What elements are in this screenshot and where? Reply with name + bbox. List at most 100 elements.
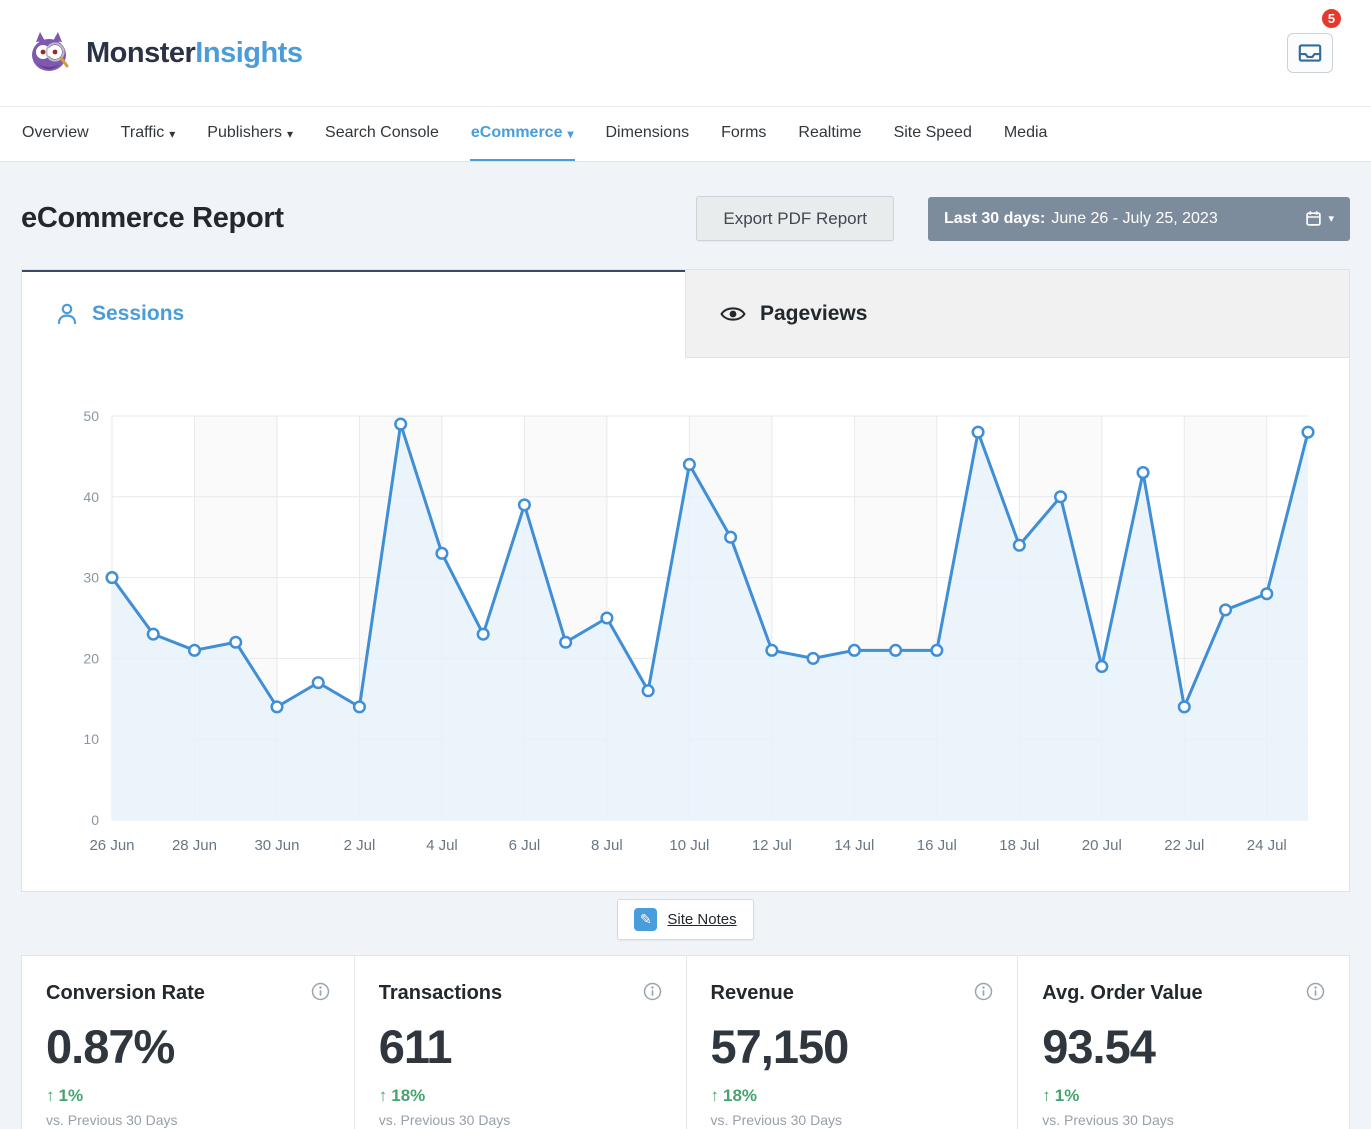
nav-item-realtime[interactable]: Realtime <box>797 107 862 161</box>
person-icon <box>56 302 78 326</box>
svg-text:4 Jul: 4 Jul <box>426 837 458 854</box>
svg-text:40: 40 <box>83 489 99 505</box>
nav-label: eCommerce <box>471 124 563 142</box>
report-header: eCommerce Report Export PDF Report Last … <box>21 196 1350 241</box>
nav-label: Publishers <box>207 124 282 142</box>
stat-change: ↑ 18% <box>379 1086 662 1106</box>
stat-value: 611 <box>379 1019 662 1074</box>
stat-title: Avg. Order Value <box>1042 982 1202 1005</box>
eye-icon <box>720 305 746 323</box>
sessions-line-chart[interactable]: 0 10 20 30 40 50 26 Jun 28 Jun 30 Jun 2 Jul 4 Jul 6… <box>22 358 1349 891</box>
tab-pageviews-label: Pageviews <box>760 302 867 326</box>
nav-label: Traffic <box>121 124 165 142</box>
page-title: eCommerce Report <box>21 202 284 235</box>
chart-tabs: Sessions Pageviews <box>22 270 1349 358</box>
monster-mascot-icon <box>24 28 74 78</box>
nav-item-search-console[interactable]: Search Console <box>324 107 440 161</box>
svg-text:18 Jul: 18 Jul <box>999 837 1039 854</box>
nav-label: Media <box>1004 124 1048 142</box>
brand-wordmark: MonsterInsights <box>86 37 302 70</box>
stat-change-value: 18% <box>391 1086 425 1106</box>
report-actions: Export PDF Report Last 30 days: June 26 … <box>696 196 1350 241</box>
tab-sessions-label: Sessions <box>92 302 184 326</box>
stat-title: Revenue <box>711 982 794 1005</box>
stat-comparison-label: vs. Previous 30 Days <box>1042 1112 1325 1128</box>
notifications-button[interactable] <box>1287 33 1333 73</box>
nav-item-publishers[interactable]: Publishers ▾ <box>206 107 294 161</box>
brand-monster: Monster <box>86 37 195 69</box>
svg-text:12 Jul: 12 Jul <box>752 837 792 854</box>
svg-text:20: 20 <box>83 650 99 666</box>
svg-text:0: 0 <box>91 812 99 828</box>
nav-item-overview[interactable]: Overview <box>21 107 90 161</box>
svg-text:10: 10 <box>83 731 99 747</box>
site-notes-button[interactable]: ✎ Site Notes <box>617 899 753 940</box>
info-icon[interactable] <box>974 982 993 1001</box>
nav-item-ecommerce[interactable]: eCommerce ▾ <box>470 107 575 161</box>
chevron-down-icon: ▾ <box>287 127 293 141</box>
svg-text:24 Jul: 24 Jul <box>1247 837 1287 854</box>
nav-item-forms[interactable]: Forms <box>720 107 767 161</box>
nav-item-media[interactable]: Media <box>1003 107 1049 161</box>
info-icon[interactable] <box>643 982 662 1001</box>
stat-comparison-label: vs. Previous 30 Days <box>46 1112 330 1128</box>
svg-text:28 Jun: 28 Jun <box>172 837 217 854</box>
date-range-value: June 26 - July 25, 2023 <box>1051 210 1217 228</box>
svg-text:30: 30 <box>83 570 99 586</box>
svg-text:8 Jul: 8 Jul <box>591 837 623 854</box>
stats-summary: Conversion Rate 0.87% ↑ 1% vs. Previous … <box>21 955 1350 1129</box>
stat-card-conversion-rate: Conversion Rate 0.87% ↑ 1% vs. Previous … <box>22 956 354 1129</box>
stat-card-avg-order-value: Avg. Order Value 93.54 ↑ 1% vs. Previous… <box>1017 956 1349 1129</box>
up-arrow-icon: ↑ <box>1042 1086 1051 1106</box>
nav-label: Forms <box>721 124 766 142</box>
svg-text:30 Jun: 30 Jun <box>254 837 299 854</box>
chart-card: Sessions Pageviews 0 10 20 30 40 50 26 Jun 28 J… <box>21 269 1350 892</box>
stat-card-transactions: Transactions 611 ↑ 18% vs. Previous 30 D… <box>354 956 686 1129</box>
stat-change: ↑ 1% <box>46 1086 330 1106</box>
stat-value: 57,150 <box>711 1019 994 1074</box>
stat-change-value: 1% <box>59 1086 84 1106</box>
svg-text:2 Jul: 2 Jul <box>344 837 376 854</box>
nav-item-site-speed[interactable]: Site Speed <box>893 107 973 161</box>
svg-text:26 Jun: 26 Jun <box>89 837 134 854</box>
stat-change-value: 1% <box>1055 1086 1080 1106</box>
nav-item-dimensions[interactable]: Dimensions <box>605 107 691 161</box>
info-icon[interactable] <box>311 982 330 1001</box>
site-notes-label: Site Notes <box>667 911 736 928</box>
nav-label: Dimensions <box>606 124 690 142</box>
pencil-icon: ✎ <box>634 908 657 931</box>
stat-value: 0.87% <box>46 1019 330 1074</box>
inbox-icon <box>1297 42 1323 64</box>
notification-badge: 5 <box>1320 7 1343 30</box>
info-icon[interactable] <box>1306 982 1325 1001</box>
up-arrow-icon: ↑ <box>46 1086 55 1106</box>
nav-label: Overview <box>22 124 89 142</box>
stat-value: 93.54 <box>1042 1019 1325 1074</box>
nav-label: Search Console <box>325 124 439 142</box>
date-range-label: Last 30 days: <box>944 210 1045 228</box>
stat-change: ↑ 1% <box>1042 1086 1325 1106</box>
tab-pageviews[interactable]: Pageviews <box>685 270 1349 358</box>
chevron-down-icon: ▾ <box>169 127 175 141</box>
tab-sessions[interactable]: Sessions <box>22 270 685 358</box>
header-actions: 5 <box>1287 33 1333 73</box>
ecommerce-report-page: MonsterInsights 5 Overview Traffic ▾ Publ… <box>0 0 1371 1129</box>
date-range-icons: ▾ <box>1305 210 1334 227</box>
stat-change: ↑ 18% <box>711 1086 994 1106</box>
svg-text:6 Jul: 6 Jul <box>509 837 541 854</box>
export-pdf-button[interactable]: Export PDF Report <box>696 196 894 241</box>
stat-comparison-label: vs. Previous 30 Days <box>711 1112 994 1128</box>
svg-text:16 Jul: 16 Jul <box>917 837 957 854</box>
nav-label: Site Speed <box>894 124 972 142</box>
nav-item-traffic[interactable]: Traffic ▾ <box>120 107 177 161</box>
nav-label: Realtime <box>798 124 861 142</box>
calendar-icon <box>1305 210 1322 227</box>
svg-text:50: 50 <box>83 408 99 424</box>
up-arrow-icon: ↑ <box>711 1086 720 1106</box>
date-range-picker[interactable]: Last 30 days: June 26 - July 25, 2023 ▾ <box>928 197 1350 241</box>
chevron-down-icon: ▾ <box>567 127 573 141</box>
stat-title: Transactions <box>379 982 502 1005</box>
app-header: MonsterInsights 5 <box>0 0 1371 106</box>
stat-card-revenue: Revenue 57,150 ↑ 18% vs. Previous 30 Day… <box>686 956 1018 1129</box>
brand-logo: MonsterInsights <box>24 28 302 78</box>
